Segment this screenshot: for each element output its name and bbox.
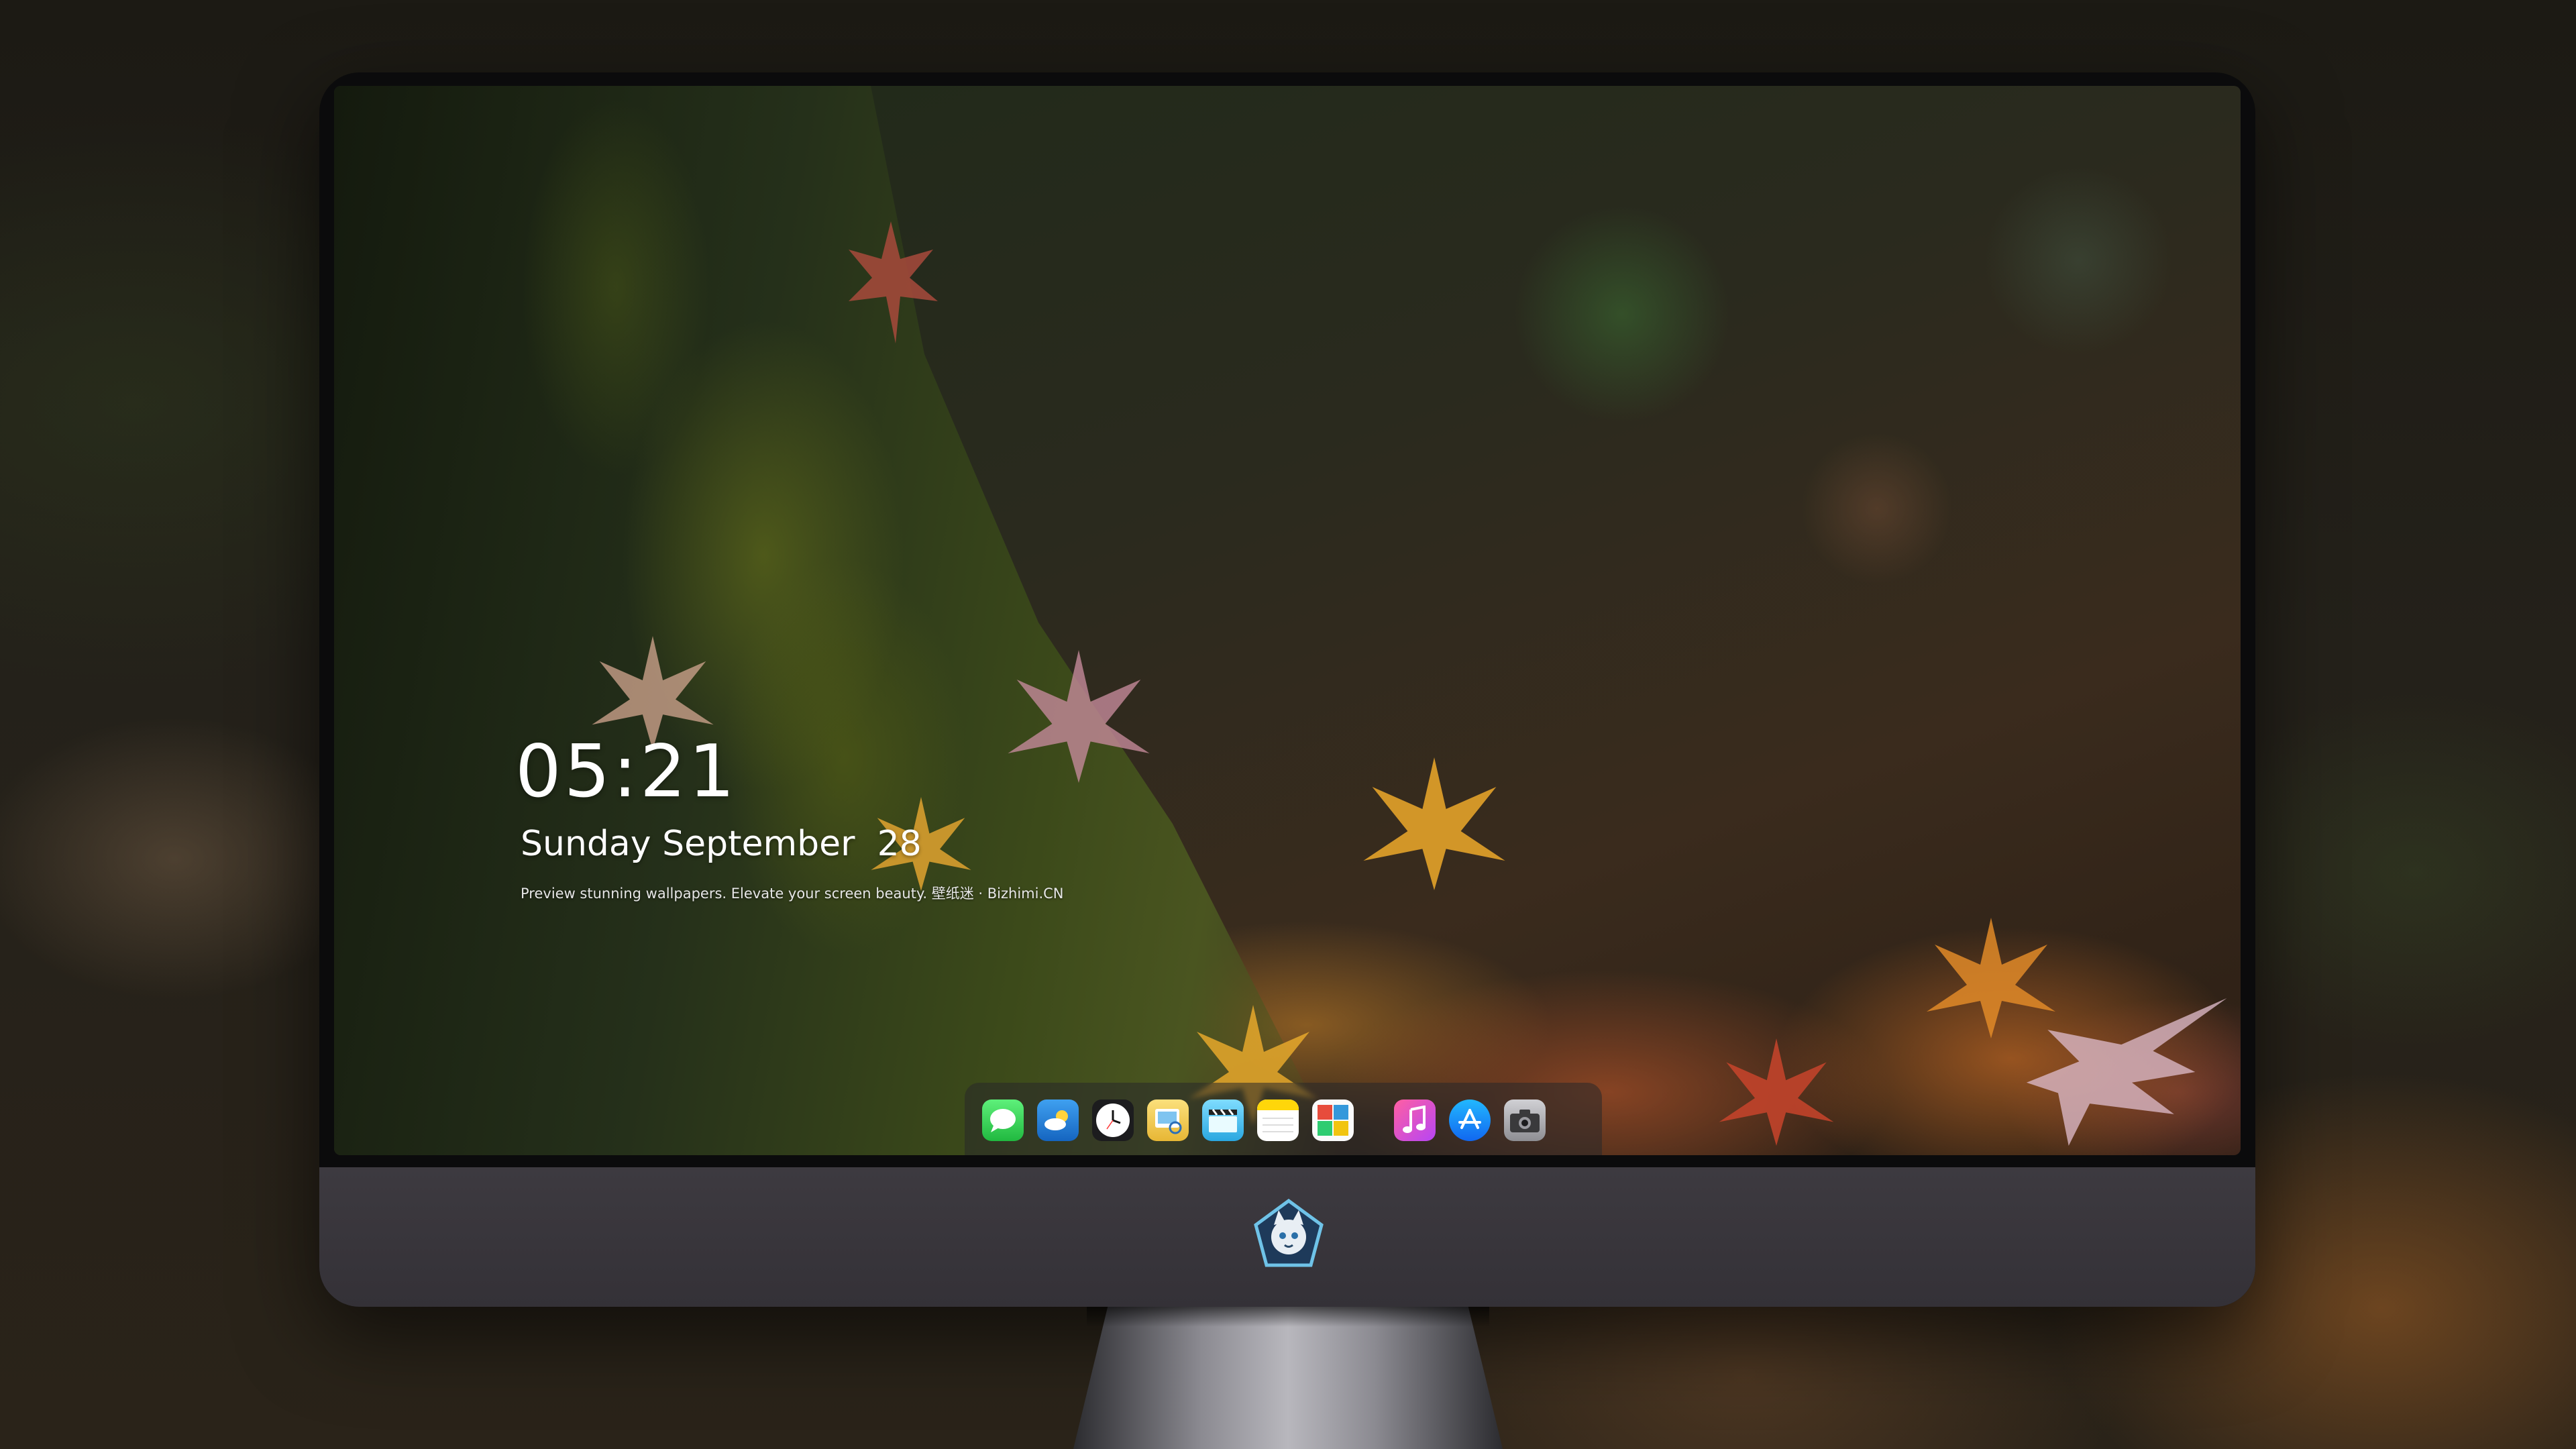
leaf-decoration xyxy=(1719,1038,1834,1146)
leaf-decoration xyxy=(1363,757,1505,890)
leaf-decoration xyxy=(1008,650,1150,783)
weather-icon[interactable] xyxy=(1037,1099,1079,1141)
messages-icon[interactable] xyxy=(982,1099,1024,1141)
camera-icon[interactable] xyxy=(1504,1099,1546,1141)
leaf-decoration xyxy=(1927,918,2055,1038)
stand-shadow xyxy=(1087,1307,1489,1327)
lockscreen-time: 05:21 xyxy=(515,730,738,814)
notes-icon[interactable] xyxy=(1257,1099,1299,1141)
desktop-screen: 05:21 Sunday September 28 Preview stunni… xyxy=(334,86,2241,1155)
clock-icon[interactable] xyxy=(1092,1099,1134,1141)
monitor-stand xyxy=(1073,1307,1503,1449)
leaf-decoration xyxy=(849,221,938,343)
photo-booth-icon[interactable] xyxy=(1312,1099,1354,1141)
wallpaper-tree-trunk xyxy=(334,86,1340,1155)
dock xyxy=(965,1083,1602,1155)
cat-logo-icon xyxy=(1254,1198,1324,1267)
imovie-icon[interactable] xyxy=(1202,1099,1244,1141)
preview-icon[interactable] xyxy=(1147,1099,1189,1141)
app-store-icon[interactable] xyxy=(1449,1099,1491,1141)
lockscreen-date: Sunday September 28 xyxy=(521,824,922,864)
wallpaper-caption: Preview stunning wallpapers. Elevate you… xyxy=(521,885,1064,902)
music-icon[interactable] xyxy=(1394,1099,1436,1141)
